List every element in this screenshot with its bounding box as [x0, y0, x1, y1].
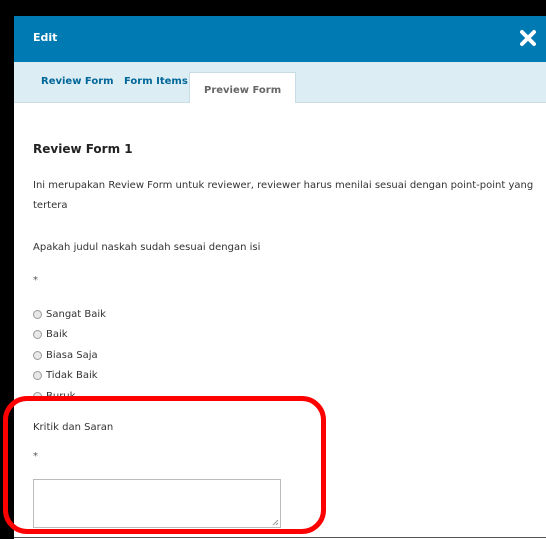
tab-review-form[interactable]: Review Form — [41, 76, 114, 87]
radio-button[interactable] — [33, 350, 42, 360]
close-button[interactable] — [516, 26, 540, 50]
tab-form-items[interactable]: Form Items — [124, 76, 188, 87]
radio-option[interactable]: Biasa Saja — [33, 345, 106, 366]
required-marker: * — [33, 275, 38, 286]
radio-option[interactable]: Baik — [33, 325, 106, 346]
form-description: Ini merupakan Review Form untuk reviewer… — [33, 180, 534, 211]
close-icon — [520, 30, 536, 46]
tab-preview-form[interactable]: Preview Form — [189, 72, 297, 103]
highlight-annotation — [3, 396, 326, 534]
radio-button[interactable] — [33, 309, 42, 319]
modal-bottom-divider — [14, 537, 546, 538]
modal-title: Edit — [33, 31, 58, 44]
radio-label: Biasa Saja — [46, 349, 98, 361]
radio-button[interactable] — [33, 371, 42, 381]
radio-label: Tidak Baik — [46, 370, 98, 382]
question-label: Apakah judul naskah sudah sesuai dengan … — [33, 242, 261, 253]
radio-group: Sangat Baik Baik Biasa Saja Tidak Baik B… — [33, 304, 106, 407]
radio-option[interactable]: Tidak Baik — [33, 366, 106, 387]
tab-bar: Review Form Form Items Preview Form — [14, 62, 546, 103]
modal-header: Edit — [14, 16, 546, 62]
radio-label: Sangat Baik — [46, 308, 106, 320]
radio-label: Baik — [46, 329, 68, 341]
radio-option[interactable]: Sangat Baik — [33, 304, 106, 325]
form-title: Review Form 1 — [33, 142, 133, 156]
radio-button[interactable] — [33, 330, 42, 340]
